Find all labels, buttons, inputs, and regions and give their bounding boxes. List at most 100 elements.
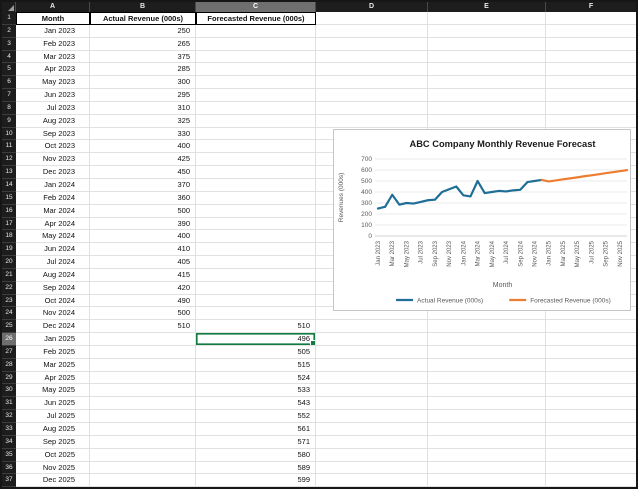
cell-A7[interactable]: Jun 2023 — [16, 89, 90, 102]
cell-A17[interactable]: Apr 2024 — [16, 218, 90, 231]
cell-A20[interactable]: Jul 2024 — [16, 256, 90, 269]
cell-A1-month-header[interactable]: Month — [16, 12, 90, 25]
cell-A9[interactable]: Aug 2023 — [16, 115, 90, 128]
cell-A22[interactable]: Sep 2024 — [16, 282, 90, 295]
cell-A4[interactable]: Mar 2023 — [16, 51, 90, 64]
cell-E9[interactable] — [428, 115, 546, 128]
row-header-9[interactable]: 9 — [2, 115, 16, 128]
cell-B16[interactable]: 500 — [90, 205, 196, 218]
cell-C24[interactable] — [196, 307, 316, 320]
cell-E37[interactable] — [428, 474, 546, 487]
column-header-C[interactable]: C — [196, 2, 316, 12]
cell-A13[interactable]: Dec 2023 — [16, 166, 90, 179]
cell-B19[interactable]: 410 — [90, 243, 196, 256]
cell-D33[interactable] — [316, 423, 428, 436]
cell-C28[interactable]: 515 — [196, 359, 316, 372]
row-header-1[interactable]: 1 — [2, 12, 16, 25]
cell-E8[interactable] — [428, 102, 546, 115]
revenue-forecast-chart[interactable]: ABC Company Monthly Revenue Forecast0100… — [333, 129, 631, 311]
cell-B2[interactable]: 250 — [90, 25, 196, 38]
cell-E27[interactable] — [428, 346, 546, 359]
cell-B12[interactable]: 425 — [90, 153, 196, 166]
cell-C33[interactable]: 561 — [196, 423, 316, 436]
cell-B27[interactable] — [90, 346, 196, 359]
cell-B25[interactable]: 510 — [90, 320, 196, 333]
cell-C14[interactable] — [196, 179, 316, 192]
row-header-15[interactable]: 15 — [2, 192, 16, 205]
cell-A33[interactable]: Aug 2025 — [16, 423, 90, 436]
row-header-5[interactable]: 5 — [2, 63, 16, 76]
column-header-B[interactable]: B — [90, 2, 196, 12]
cell-A14[interactable]: Jan 2024 — [16, 179, 90, 192]
cell-D26[interactable] — [316, 333, 428, 346]
cell-D5[interactable] — [316, 63, 428, 76]
cell-C9[interactable] — [196, 115, 316, 128]
cell-E36[interactable] — [428, 462, 546, 475]
cell-A19[interactable]: Jun 2024 — [16, 243, 90, 256]
cell-C5[interactable] — [196, 63, 316, 76]
cell-C22[interactable] — [196, 282, 316, 295]
cell-F30[interactable] — [546, 384, 636, 397]
cell-C18[interactable] — [196, 230, 316, 243]
cell-C20[interactable] — [196, 256, 316, 269]
cell-B15[interactable]: 360 — [90, 192, 196, 205]
cell-A18[interactable]: May 2024 — [16, 230, 90, 243]
cell-F29[interactable] — [546, 372, 636, 385]
cell-E5[interactable] — [428, 63, 546, 76]
cell-D27[interactable] — [316, 346, 428, 359]
cell-A34[interactable]: Sep 2025 — [16, 436, 90, 449]
row-header-22[interactable]: 22 — [2, 282, 16, 295]
cell-F1[interactable] — [546, 12, 636, 25]
cell-A31[interactable]: Jun 2025 — [16, 397, 90, 410]
cell-D25[interactable] — [316, 320, 428, 333]
cell-B1-actual-header[interactable]: Actual Revenue (000s) — [90, 12, 196, 25]
select-all-corner[interactable] — [2, 2, 16, 12]
cell-C7[interactable] — [196, 89, 316, 102]
cell-B23[interactable]: 490 — [90, 295, 196, 308]
cell-B18[interactable]: 400 — [90, 230, 196, 243]
cell-F31[interactable] — [546, 397, 636, 410]
column-header-D[interactable]: D — [316, 2, 428, 12]
cell-F26[interactable] — [546, 333, 636, 346]
cell-D31[interactable] — [316, 397, 428, 410]
cell-C19[interactable] — [196, 243, 316, 256]
cell-A26[interactable]: Jan 2025 — [16, 333, 90, 346]
cell-D3[interactable] — [316, 38, 428, 51]
cell-F32[interactable] — [546, 410, 636, 423]
cell-C35[interactable]: 580 — [196, 449, 316, 462]
cell-A2[interactable]: Jan 2023 — [16, 25, 90, 38]
cell-D29[interactable] — [316, 372, 428, 385]
cell-C12[interactable] — [196, 153, 316, 166]
cell-A23[interactable]: Oct 2024 — [16, 295, 90, 308]
cell-C27[interactable]: 505 — [196, 346, 316, 359]
cell-B6[interactable]: 300 — [90, 76, 196, 89]
cell-E29[interactable] — [428, 372, 546, 385]
cell-D7[interactable] — [316, 89, 428, 102]
cell-B32[interactable] — [90, 410, 196, 423]
cell-E3[interactable] — [428, 38, 546, 51]
cell-A35[interactable]: Oct 2025 — [16, 449, 90, 462]
cell-F2[interactable] — [546, 25, 636, 38]
cell-B30[interactable] — [90, 384, 196, 397]
cell-C17[interactable] — [196, 218, 316, 231]
cell-C30[interactable]: 533 — [196, 384, 316, 397]
cell-C15[interactable] — [196, 192, 316, 205]
cell-F37[interactable] — [546, 474, 636, 487]
cell-A29[interactable]: Apr 2025 — [16, 372, 90, 385]
cell-C31[interactable]: 543 — [196, 397, 316, 410]
cell-F35[interactable] — [546, 449, 636, 462]
cell-B31[interactable] — [90, 397, 196, 410]
cell-E4[interactable] — [428, 51, 546, 64]
cell-C26[interactable]: 496 — [196, 333, 316, 346]
cell-F27[interactable] — [546, 346, 636, 359]
row-header-34[interactable]: 34 — [2, 436, 16, 449]
cell-F8[interactable] — [546, 102, 636, 115]
cell-B26[interactable] — [90, 333, 196, 346]
cell-E30[interactable] — [428, 384, 546, 397]
cell-F5[interactable] — [546, 63, 636, 76]
row-header-6[interactable]: 6 — [2, 76, 16, 89]
cell-A3[interactable]: Feb 2023 — [16, 38, 90, 51]
row-header-27[interactable]: 27 — [2, 346, 16, 359]
row-header-4[interactable]: 4 — [2, 51, 16, 64]
cell-A21[interactable]: Aug 2024 — [16, 269, 90, 282]
